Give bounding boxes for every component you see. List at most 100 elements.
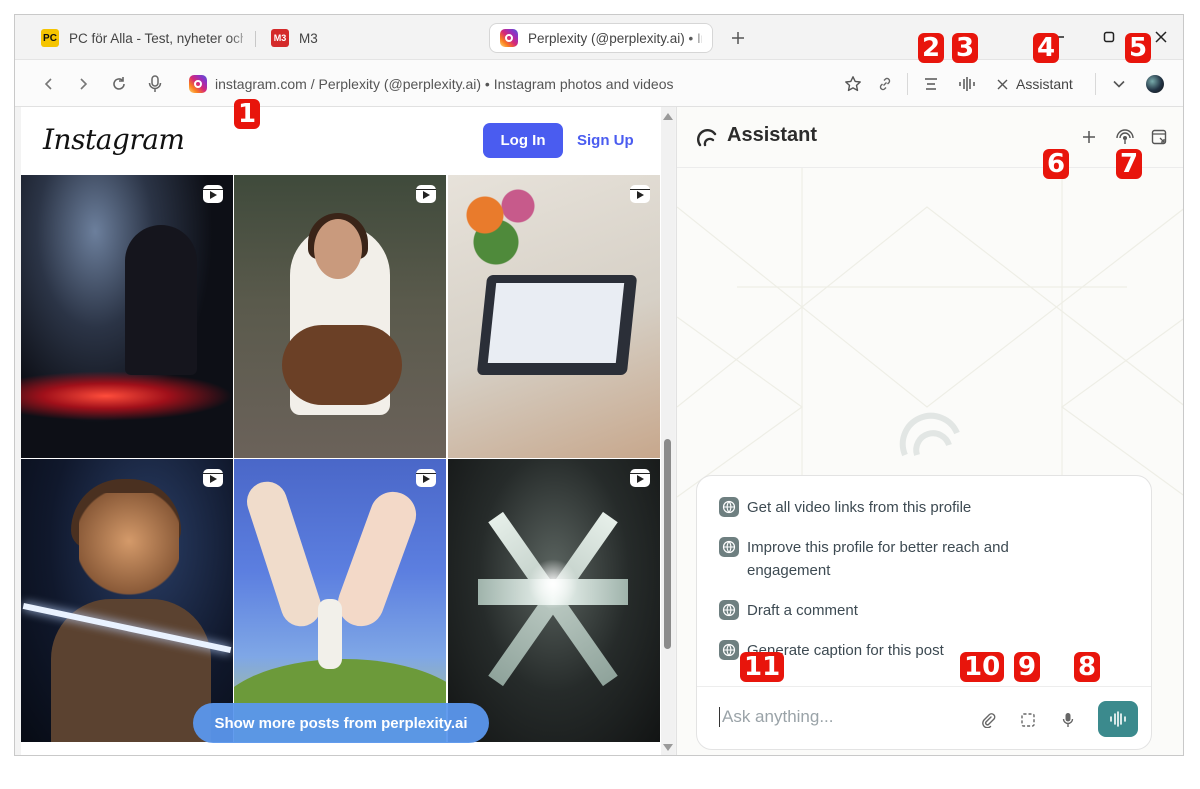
menu-dropdown-button[interactable] (1107, 72, 1131, 96)
tab-label: PC för Alla - Test, nyheter och (69, 30, 243, 46)
copy-link-button[interactable] (873, 72, 897, 96)
signup-button[interactable]: Sign Up (577, 123, 634, 158)
suggestion-text: Improve this profile for better reach an… (747, 539, 1009, 579)
assistant-title: Assistant (727, 124, 818, 146)
scroll-down-arrow-icon[interactable] (663, 744, 673, 751)
reel-icon (630, 469, 650, 487)
scrollbar-thumb[interactable] (664, 439, 671, 649)
image-detail (331, 485, 423, 633)
microphone-icon (1062, 713, 1074, 727)
ask-input[interactable]: Ask anything... (719, 707, 834, 727)
star-icon (845, 76, 861, 92)
address-bar[interactable]: instagram.com / Perplexity (@perplexity.… (189, 72, 674, 96)
tab-fade (688, 24, 712, 52)
browser-window: PC PC för Alla - Test, nyheter och M3 M3… (14, 14, 1184, 756)
chevron-left-icon (44, 78, 52, 90)
reel-icon (203, 185, 223, 203)
bookmark-button[interactable] (841, 72, 865, 96)
audio-wave-icon (1110, 711, 1126, 727)
suggestion-item[interactable]: Get all video links from this profile (719, 496, 1049, 519)
plus-icon (732, 32, 744, 44)
post-thumbnail[interactable] (448, 459, 660, 742)
summarize-page-button[interactable] (919, 72, 943, 96)
post-thumbnail[interactable] (21, 175, 233, 458)
close-icon (997, 79, 1008, 89)
annotation-badge: 10 (960, 652, 1005, 682)
back-button[interactable] (37, 72, 61, 96)
broadcast-button[interactable] (1113, 125, 1137, 149)
chevron-down-icon (1113, 80, 1125, 88)
annotation-badge: 4 (1033, 33, 1060, 63)
image-detail (21, 371, 233, 421)
annotation-badge: 1 (234, 99, 261, 129)
dashed-selection-icon (1021, 713, 1035, 727)
tab-separator (255, 31, 256, 47)
forward-button[interactable] (71, 72, 95, 96)
tab-strip: PC PC för Alla - Test, nyheter och M3 M3… (15, 15, 1183, 59)
suggestion-text: Get all video links from this profile (747, 499, 972, 516)
profile-avatar[interactable] (1146, 75, 1164, 93)
page-scrollbar[interactable] (661, 107, 675, 755)
show-more-posts-button[interactable]: Show more posts from perplexity.ai (193, 703, 489, 743)
open-in-window-button[interactable] (1147, 125, 1171, 149)
tab-pc-for-alla[interactable]: PC PC för Alla - Test, nyheter och (31, 23, 253, 53)
image-detail (452, 179, 562, 269)
plus-icon (1083, 131, 1095, 143)
new-chat-button[interactable] (1077, 125, 1101, 149)
chevron-right-icon (80, 78, 88, 90)
post-thumbnail[interactable] (448, 175, 660, 458)
maximize-icon (1103, 31, 1115, 43)
post-thumbnail[interactable] (234, 175, 446, 458)
voice-mode-button[interactable] (1098, 701, 1138, 737)
globe-icon (719, 640, 739, 660)
close-icon (1155, 31, 1167, 43)
image-detail (51, 599, 211, 742)
screenshot-select-button[interactable] (1017, 709, 1039, 731)
new-tab-button[interactable] (725, 25, 751, 51)
url-text: instagram.com / Perplexity (@perplexity.… (215, 76, 674, 92)
annotation-badge: 6 (1043, 149, 1070, 179)
suggestion-item[interactable]: Draft a comment (719, 599, 1049, 622)
annotation-badge: 3 (952, 33, 979, 63)
browser-toolbar: instagram.com / Perplexity (@perplexity.… (15, 59, 1183, 107)
annotation-badge: 5 (1125, 33, 1152, 63)
reel-icon (203, 469, 223, 487)
microphone-icon (148, 75, 162, 92)
reload-button[interactable] (107, 72, 131, 96)
login-button[interactable]: Log In (483, 123, 563, 158)
summary-lines-icon (925, 78, 937, 90)
assistant-toggle[interactable]: Assistant (997, 72, 1073, 96)
reel-icon (416, 469, 436, 487)
pc-favicon: PC (41, 29, 59, 47)
scroll-up-arrow-icon[interactable] (663, 113, 673, 120)
maximize-button[interactable] (1091, 23, 1127, 51)
image-detail (318, 599, 342, 669)
tab-perplexity-instagram[interactable]: Perplexity (@perplexity.ai) • In (489, 23, 713, 53)
image-detail (282, 325, 402, 405)
suggestion-item[interactable]: Improve this profile for better reach an… (719, 536, 1049, 582)
assistant-header: Assistant (677, 107, 1183, 168)
tab-label: Perplexity (@perplexity.ai) • In (528, 30, 702, 46)
voice-mode-button[interactable] (955, 72, 979, 96)
voice-search-button[interactable] (143, 72, 167, 96)
image-detail (487, 283, 625, 363)
suggestion-text: Draft a comment (747, 602, 858, 619)
globe-icon (719, 537, 739, 557)
attach-file-button[interactable] (977, 709, 999, 731)
image-detail (79, 493, 179, 613)
image-detail (241, 476, 327, 632)
post-thumbnail[interactable] (21, 459, 233, 742)
tab-m3[interactable]: M3 M3 (261, 23, 461, 53)
instagram-favicon (500, 29, 518, 47)
instagram-favicon (189, 75, 207, 93)
instagram-logo[interactable]: Instagram (43, 123, 185, 156)
post-thumbnail[interactable] (234, 459, 446, 742)
broadcast-icon (1116, 129, 1134, 144)
globe-icon (719, 497, 739, 517)
dictate-button[interactable] (1057, 709, 1079, 731)
reload-icon (113, 77, 125, 90)
tab-fade (229, 23, 253, 53)
annotation-badge: 2 (918, 33, 945, 63)
audio-wave-icon (959, 77, 975, 91)
paperclip-icon (982, 713, 996, 728)
